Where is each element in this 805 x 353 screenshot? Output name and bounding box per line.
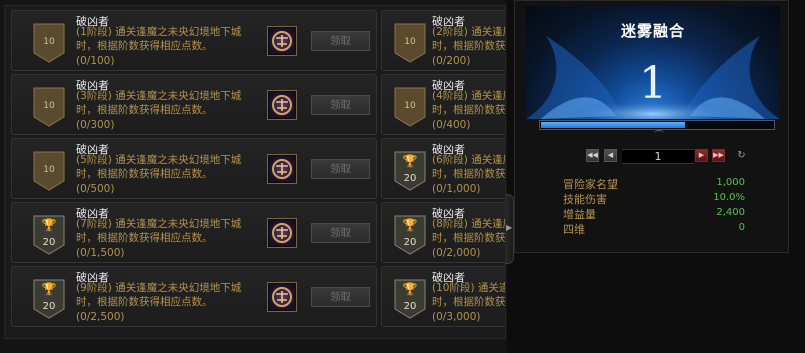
fusion-progress-fill <box>541 122 685 128</box>
badge-level: 10 <box>43 37 55 47</box>
trophy-icon: 🏆 <box>41 282 57 296</box>
badge-level: 20 <box>403 237 417 248</box>
stat-value: 2,400 <box>716 207 745 218</box>
trophy-icon: 🏆 <box>41 218 57 232</box>
reward-emblem-icon[interactable] <box>267 154 297 184</box>
claim-button[interactable]: 领取 <box>311 287 370 307</box>
achievement-card-partial: 🏆20破凶者(10阶段) 通关逢魔之未央幻境地下城时，根据阶数获得相应点数。(0… <box>381 266 505 327</box>
reward-emblem-icon[interactable] <box>267 282 297 312</box>
achievement-card-partial: 10破凶者(2阶段) 通关逢魔之未央幻境地下城时，根据阶数获得相应点数。(0/2… <box>381 10 505 71</box>
stat-label: 增益量 <box>563 208 596 221</box>
achievement-card: 10 破凶者 (3阶段) 通关逢魔之未央幻境地下城时，根据阶数获得相应点数。 (0/3… <box>11 74 377 135</box>
reward-emblem-icon[interactable] <box>267 26 297 56</box>
fusion-progress-bar <box>539 120 775 130</box>
level-badge-icon: 10 <box>33 151 65 191</box>
achievement-list[interactable]: 10 破凶者 (1阶段) 通关逢魔之未央幻境地下城时，根据阶数获得相应点数。 (0/1… <box>4 5 506 339</box>
panel-collapse-tab[interactable]: ▶ <box>505 194 514 264</box>
pager-prev-button[interactable]: ◀ <box>604 149 617 162</box>
achievement-description: (8阶段) 通关逢魔之未央幻境地下城时，根据阶数获得相应点数。 <box>432 218 505 244</box>
stat-label: 四维 <box>563 223 585 236</box>
achievement-card: 🏆 20 破凶者 (9阶段) 通关逢魔之未央幻境地下城时，根据阶数获得相应点数。 (0/… <box>11 266 377 327</box>
badge-level: 20 <box>403 301 417 312</box>
achievement-card: 🏆20破凶者(8阶段) 通关逢魔之未央幻境地下城时，根据阶数获得相应点数。(0/… <box>381 202 505 263</box>
level-badge-icon: 10 <box>33 87 65 127</box>
trophy-icon: 🏆 <box>402 218 418 232</box>
stat-label: 技能伤害 <box>563 193 607 206</box>
achievement-progress: (0/3,000) <box>432 311 481 323</box>
badge-level: 10 <box>43 165 55 175</box>
achievement-card: 10 破凶者 (5阶段) 通关逢魔之未央幻境地下城时，根据阶数获得相应点数。 (0/5… <box>11 138 377 199</box>
claim-button[interactable]: 领取 <box>311 159 370 179</box>
badge-level: 20 <box>42 301 56 312</box>
achievement-progress: (0/2,500) <box>76 311 125 323</box>
claim-button[interactable]: 领取 <box>311 223 370 243</box>
achievement-progress: (0/500) <box>76 183 115 195</box>
achievement-card: 10破凶者(2阶段) 通关逢魔之未央幻境地下城时，根据阶数获得相应点数。(0/2… <box>381 10 505 71</box>
achievement-progress: (0/400) <box>432 119 471 131</box>
badge-level: 10 <box>43 101 55 111</box>
collapse-arrow-icon: ▶ <box>506 223 513 232</box>
achievement-description: (6阶段) 通关逢魔之未央幻境地下城时，根据阶数获得相应点数。 <box>432 154 505 180</box>
stat-value: 0 <box>738 222 745 233</box>
achievement-progress: (0/1,000) <box>432 183 481 195</box>
achievement-description: (2阶段) 通关逢魔之未央幻境地下城时，根据阶数获得相应点数。 <box>432 26 505 52</box>
achievement-card: 10破凶者(4阶段) 通关逢魔之未央幻境地下城时，根据阶数获得相应点数。(0/4… <box>381 74 505 135</box>
achievement-progress: (0/300) <box>76 119 115 131</box>
level-badge-icon: 10 <box>394 23 426 63</box>
trophy-badge-icon: 🏆 20 <box>33 279 65 319</box>
badge-level: 10 <box>404 37 416 47</box>
achievement-card-partial: 🏆20破凶者(6阶段) 通关逢魔之未央幻境地下城时，根据阶数获得相应点数。(0/… <box>381 138 505 199</box>
achievement-card: 🏆20破凶者(6阶段) 通关逢魔之未央幻境地下城时，根据阶数获得相应点数。(0/… <box>381 138 505 199</box>
reward-emblem-icon[interactable] <box>267 90 297 120</box>
trophy-icon: 🏆 <box>402 282 418 296</box>
pager-first-button[interactable]: ◀◀ <box>586 149 599 162</box>
achievement-progress: (0/100) <box>76 55 115 67</box>
stat-label: 冒险家名望 <box>563 178 618 191</box>
achievement-description: (9阶段) 通关逢魔之未央幻境地下城时，根据阶数获得相应点数。 <box>76 282 242 308</box>
badge-level: 20 <box>403 173 417 184</box>
achievement-description: (10阶段) 通关逢魔之未央幻境地下城时，根据阶数获得相应点数。 <box>432 282 505 308</box>
claim-button[interactable]: 领取 <box>311 95 370 115</box>
achievement-card-partial: 10破凶者(4阶段) 通关逢魔之未央幻境地下城时，根据阶数获得相应点数。(0/4… <box>381 74 505 135</box>
fusion-level-number: 1 <box>639 58 667 109</box>
level-badge-icon: 10 <box>33 23 65 63</box>
trophy-badge-icon: 🏆 20 <box>33 215 65 255</box>
stat-value: 10.0% <box>713 192 745 203</box>
pager-last-button[interactable]: ▶▶ <box>712 149 725 162</box>
achievement-progress: (0/2,000) <box>432 247 481 259</box>
achievement-description: (5阶段) 通关逢魔之未央幻境地下城时，根据阶数获得相应点数。 <box>76 154 242 180</box>
fusion-art: 迷雾融合 1 <box>526 6 780 119</box>
achievement-card-partial: 🏆20破凶者(8阶段) 通关逢魔之未央幻境地下城时，根据阶数获得相应点数。(0/… <box>381 202 505 263</box>
progress-marker <box>654 130 664 137</box>
refresh-icon[interactable]: ↻ <box>735 149 748 162</box>
achievement-card: 10 破凶者 (1阶段) 通关逢魔之未央幻境地下城时，根据阶数获得相应点数。 (0/1… <box>11 10 377 71</box>
mist-fusion-panel: 迷雾融合 1 ◀◀ ◀ 1 ▶ ▶▶ ↻ 冒险家名望 1,000 技能伤害 10.0%… <box>514 0 789 253</box>
achievement-description: (1阶段) 通关逢魔之未央幻境地下城时，根据阶数获得相应点数。 <box>76 26 242 52</box>
badge-level: 20 <box>42 237 56 248</box>
pager-next-button[interactable]: ▶ <box>695 149 708 162</box>
badge-level: 10 <box>404 101 416 111</box>
fusion-title: 迷雾融合 <box>620 22 685 40</box>
achievement-progress: (0/200) <box>432 55 471 67</box>
achievement-progress: (0/1,500) <box>76 247 125 259</box>
claim-button[interactable]: 领取 <box>311 31 370 51</box>
trophy-icon: 🏆 <box>402 154 418 168</box>
achievement-description: (7阶段) 通关逢魔之未央幻境地下城时，根据阶数获得相应点数。 <box>76 218 242 244</box>
trophy-badge-icon: 🏆 20 <box>394 151 426 191</box>
achievement-card: 🏆20破凶者(10阶段) 通关逢魔之未央幻境地下城时，根据阶数获得相应点数。(0… <box>381 266 505 327</box>
achievement-card: 🏆 20 破凶者 (7阶段) 通关逢魔之未央幻境地下城时，根据阶数获得相应点数。 (0/… <box>11 202 377 263</box>
trophy-badge-icon: 🏆 20 <box>394 279 426 319</box>
stat-value: 1,000 <box>716 177 745 188</box>
achievement-description: (3阶段) 通关逢魔之未央幻境地下城时，根据阶数获得相应点数。 <box>76 90 242 116</box>
trophy-badge-icon: 🏆 20 <box>394 215 426 255</box>
page-number-field: 1 <box>622 149 694 164</box>
reward-emblem-icon[interactable] <box>267 218 297 248</box>
achievement-list-panel: 10 破凶者 (1阶段) 通关逢魔之未央幻境地下城时，根据阶数获得相应点数。 (0/1… <box>0 0 507 353</box>
achievement-description: (4阶段) 通关逢魔之未央幻境地下城时，根据阶数获得相应点数。 <box>432 90 505 116</box>
level-badge-icon: 10 <box>394 87 426 127</box>
page-number: 1 <box>654 150 662 163</box>
